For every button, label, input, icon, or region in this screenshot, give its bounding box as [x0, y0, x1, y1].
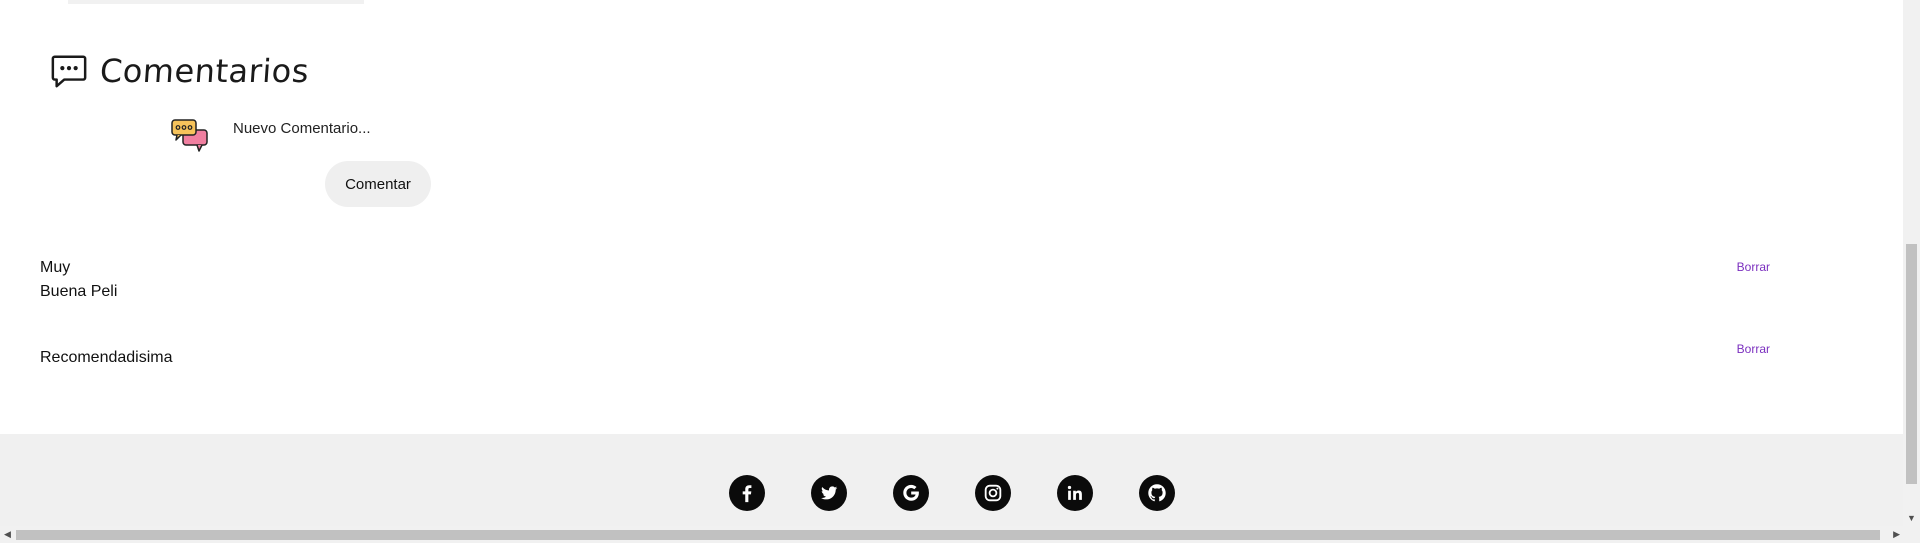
twitter-link[interactable]: [811, 475, 847, 511]
social-links: [729, 475, 1175, 511]
horizontal-scrollbar-thumb[interactable]: [16, 530, 1880, 540]
new-comment-input[interactable]: [233, 120, 593, 137]
scroll-left-arrow-icon[interactable]: ◀: [4, 529, 11, 540]
comment-text: Muy Buena Peli: [40, 259, 118, 300]
vertical-scrollbar[interactable]: ▼: [1903, 0, 1920, 526]
vertical-scrollbar-thumb[interactable]: [1906, 244, 1917, 484]
twitter-icon: [821, 486, 838, 500]
comment-item: Muy Buena Peli Borrar: [40, 256, 1770, 304]
linkedin-icon: [1067, 485, 1082, 500]
facebook-link[interactable]: [729, 475, 765, 511]
github-icon: [1148, 484, 1166, 502]
comment-text: Recomendadisima: [40, 349, 173, 366]
horizontal-scrollbar[interactable]: ◀ ▶: [0, 526, 1920, 543]
instagram-link[interactable]: [975, 475, 1011, 511]
google-icon: [903, 484, 919, 501]
facebook-icon: [742, 485, 752, 503]
new-comment-form: [171, 118, 593, 154]
delete-comment-link[interactable]: Borrar: [1737, 342, 1770, 356]
chat-bubbles-icon: [171, 119, 208, 152]
scroll-down-arrow-icon[interactable]: ▼: [1907, 513, 1916, 523]
google-link[interactable]: [893, 475, 929, 511]
comments-header: Comentarios: [50, 52, 311, 90]
scroll-right-arrow-icon[interactable]: ▶: [1893, 529, 1900, 540]
instagram-icon: [984, 484, 1002, 502]
comments-title: Comentarios: [98, 52, 311, 90]
speech-bubble-dots-icon: [51, 55, 87, 88]
linkedin-link[interactable]: [1057, 475, 1093, 511]
github-link[interactable]: [1139, 475, 1175, 511]
delete-comment-link[interactable]: Borrar: [1737, 260, 1770, 274]
top-divider: [68, 0, 364, 4]
comment-submit-button[interactable]: Comentar: [325, 161, 431, 207]
comment-item: Recomendadisima Borrar: [40, 342, 1770, 370]
